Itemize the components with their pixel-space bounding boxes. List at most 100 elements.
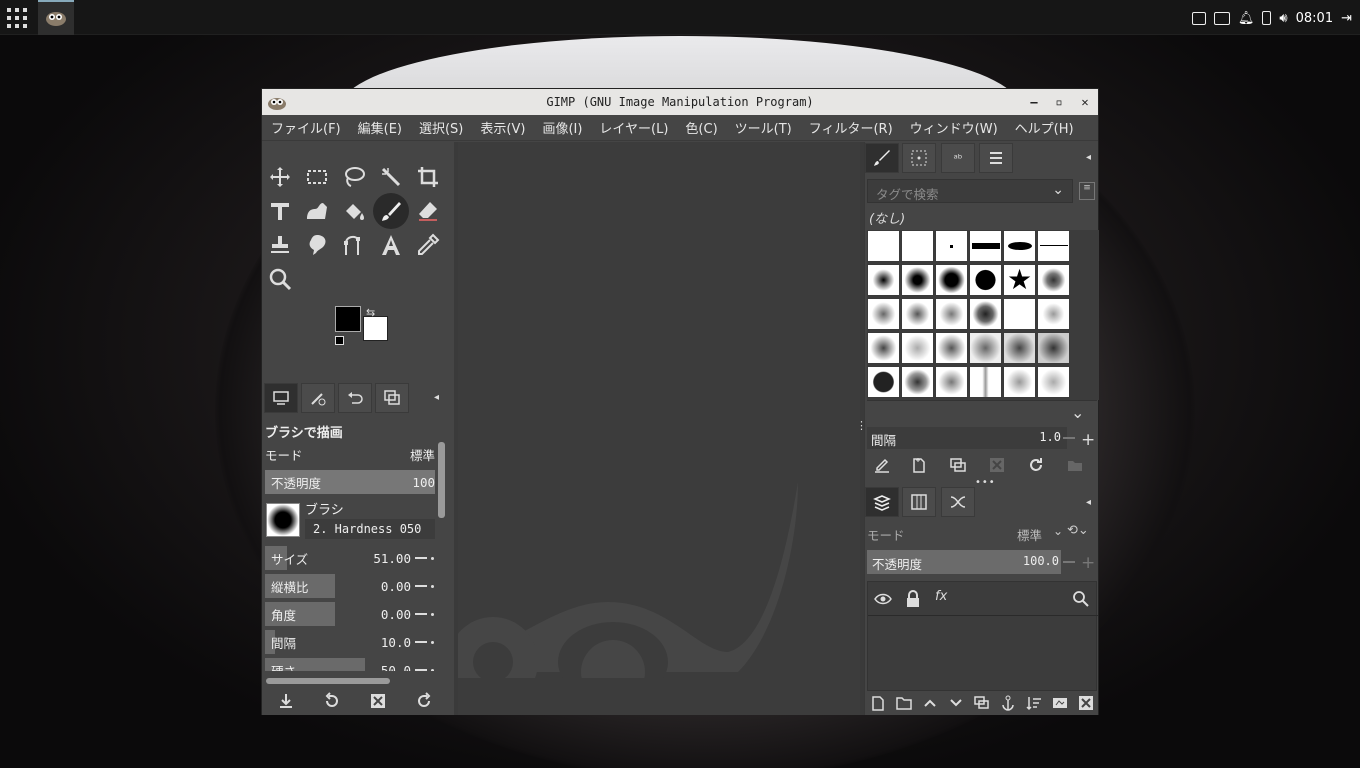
chevron-down-icon[interactable]: ⌄ [1053, 524, 1063, 538]
search-icon[interactable] [1072, 590, 1090, 608]
tab-paths[interactable] [941, 487, 975, 517]
brush-cell[interactable] [1037, 366, 1070, 398]
menu-select[interactable]: 選択(S) [410, 118, 471, 137]
layer-opacity-slider[interactable]: 不透明度 100.0 [867, 550, 1061, 574]
brush-spacing-decrease[interactable] [1063, 437, 1075, 439]
tab-brushes[interactable] [865, 143, 899, 173]
dock-menu-icon[interactable]: ◂ [1086, 152, 1091, 163]
tab-fonts[interactable]: ᵃᵇ [941, 143, 975, 173]
menu-tools[interactable]: ツール(T) [726, 118, 800, 137]
brush-cell[interactable] [1003, 366, 1036, 398]
menu-help[interactable]: ヘルプ(H) [1006, 118, 1082, 137]
color-picker-tool[interactable] [412, 230, 444, 260]
brush-cell[interactable] [1037, 298, 1070, 330]
brush-cell[interactable]: ★ [1003, 264, 1036, 296]
mode-row[interactable]: モード 標準 [265, 442, 435, 466]
eraser-tool[interactable] [412, 196, 444, 226]
anchor-icon[interactable] [1000, 695, 1016, 711]
background-color-swatch[interactable] [363, 316, 388, 341]
fuzzy-select-tool[interactable] [375, 162, 407, 192]
save-options-button[interactable] [273, 689, 299, 713]
duplicate-layer-icon[interactable] [974, 695, 990, 711]
keyboard-icon[interactable] [1191, 11, 1206, 25]
layer-mode-value[interactable]: 標準 [1017, 525, 1042, 544]
delete-layer-icon[interactable] [1078, 695, 1094, 711]
layer-opacity-increase[interactable]: + [1081, 553, 1095, 573]
paths-tool[interactable] [338, 230, 370, 260]
tab-document-history[interactable] [979, 143, 1013, 173]
brush-cell[interactable] [969, 332, 1002, 364]
default-colors-icon[interactable] [335, 336, 344, 345]
brush-cell[interactable] [901, 230, 934, 262]
brush-cell[interactable] [1037, 332, 1070, 364]
crop-tool[interactable] [412, 162, 444, 192]
brush-cell[interactable] [969, 366, 1002, 398]
brush-cell[interactable] [1003, 298, 1036, 330]
brush-cell[interactable] [901, 298, 934, 330]
restore-options-button[interactable] [319, 689, 345, 713]
merge-down-icon[interactable] [1026, 695, 1042, 711]
options-scrollbar[interactable] [438, 442, 445, 518]
battery-icon[interactable] [1262, 11, 1272, 25]
brush-cell[interactable] [969, 264, 1002, 296]
brush-cell[interactable] [935, 264, 968, 296]
title-bar[interactable]: GIMP (GNU Image Manipulation Program) – … [262, 89, 1098, 115]
menu-windows[interactable]: ウィンドウ(W) [901, 118, 1006, 137]
menu-file[interactable]: ファイル(F) [262, 118, 349, 137]
brush-cell[interactable] [969, 230, 1002, 262]
smudge-tool[interactable] [301, 230, 333, 260]
image-canvas[interactable] [458, 142, 860, 715]
layers-list[interactable]: fx [867, 581, 1098, 691]
brush-cell[interactable] [935, 332, 968, 364]
brush-cell[interactable] [901, 366, 934, 398]
eye-icon[interactable] [874, 590, 892, 608]
text-tool[interactable] [375, 230, 407, 260]
menu-colors[interactable]: 色(C) [676, 118, 725, 137]
brush-cell[interactable] [867, 298, 900, 330]
layer-opacity-decrease[interactable] [1063, 561, 1075, 563]
brush-cell[interactable] [1037, 230, 1070, 262]
left-pane-divider[interactable] [454, 142, 458, 715]
dock-menu-icon[interactable]: ◂ [434, 392, 439, 403]
chevron-down-icon[interactable]: ⌄ [1071, 403, 1084, 422]
brush-cell[interactable] [901, 264, 934, 296]
open-brush-button[interactable] [1062, 453, 1088, 477]
menu-edit[interactable]: 編集(E) [349, 118, 410, 137]
reset-options-button[interactable] [411, 689, 437, 713]
new-brush-button[interactable] [906, 453, 932, 477]
layer-mask-icon[interactable] [1052, 695, 1068, 711]
volume-icon[interactable]: 🔊︎ [1279, 11, 1287, 26]
display-icon[interactable] [1213, 11, 1230, 25]
bucket-fill-tool[interactable] [338, 196, 370, 226]
tag-menu-icon[interactable]: ≡ [1079, 182, 1095, 200]
edit-brush-button[interactable] [869, 453, 895, 477]
lower-layer-icon[interactable] [948, 695, 964, 711]
new-group-icon[interactable] [896, 695, 912, 711]
rect-select-tool[interactable] [301, 162, 333, 192]
move-tool[interactable] [264, 162, 296, 192]
options-hscrollbar[interactable] [266, 678, 390, 684]
tab-device-status[interactable] [301, 383, 335, 413]
brush-cell[interactable] [935, 230, 968, 262]
angle-decrease[interactable] [415, 613, 427, 615]
size-slider[interactable]: サイズ 51.00 [265, 546, 435, 570]
composite-mode-icon[interactable]: ⟲⌄ [1067, 523, 1089, 538]
tag-search-box[interactable]: タグで検索 ⌄ [867, 179, 1073, 203]
brush-cell[interactable] [901, 332, 934, 364]
menu-filters[interactable]: フィルター(R) [800, 118, 901, 137]
layer-mode-row[interactable]: モード 標準 [867, 525, 1042, 545]
brush-cell[interactable] [935, 366, 968, 398]
app-grid-icon[interactable] [7, 8, 27, 28]
tab-images[interactable] [375, 383, 409, 413]
menu-layer[interactable]: レイヤー(L) [590, 118, 676, 137]
raise-layer-icon[interactable] [922, 695, 938, 711]
warp-tool[interactable] [301, 196, 333, 226]
size-decrease[interactable] [415, 557, 427, 559]
tab-channels[interactable] [902, 487, 936, 517]
lock-icon[interactable] [905, 590, 921, 608]
brush-spacing-increase[interactable]: + [1081, 430, 1095, 450]
tab-undo-history[interactable] [338, 383, 372, 413]
tab-tool-options[interactable] [264, 383, 298, 413]
aspect-slider[interactable]: 縦横比 0.00 [265, 574, 435, 598]
brush-spacing-slider[interactable]: 間隔 1.0 [867, 427, 1067, 449]
